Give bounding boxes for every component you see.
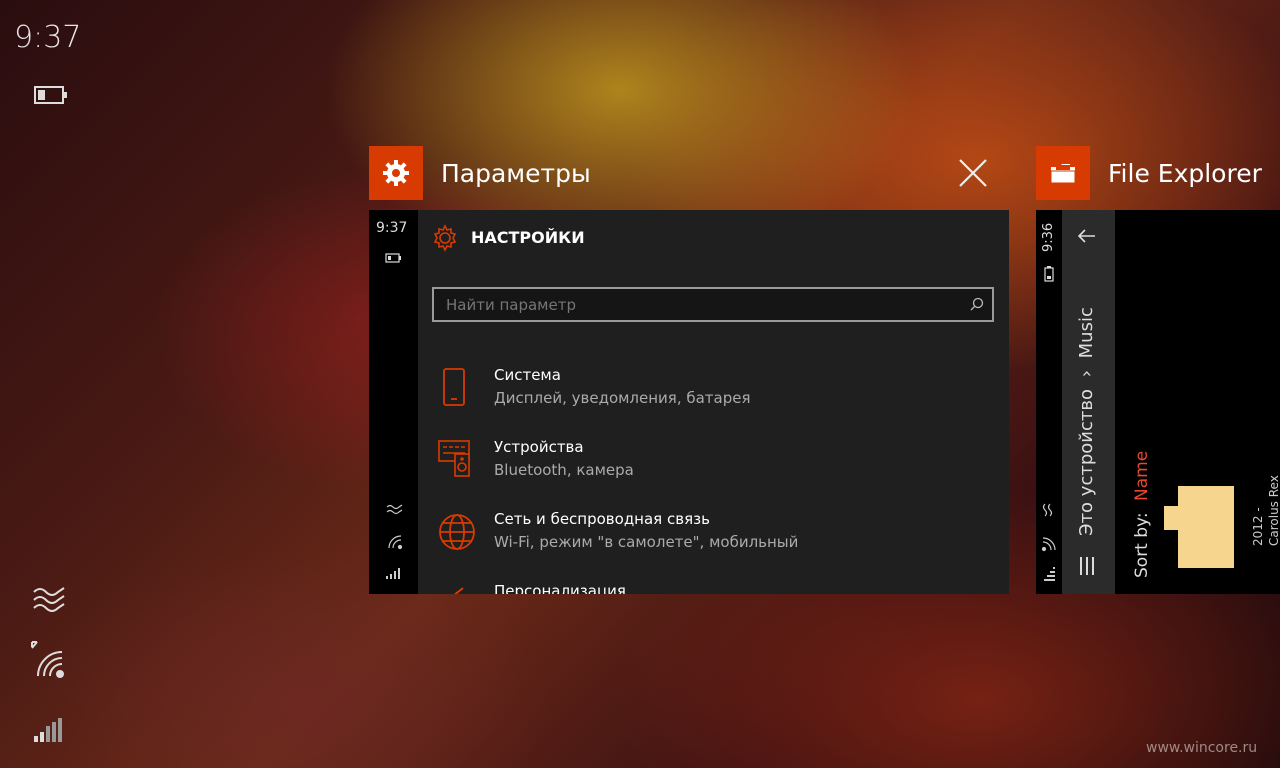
gear-icon <box>433 224 457 252</box>
app-title: Параметры <box>441 158 591 188</box>
setting-item-devices[interactable]: Устройства Bluetooth, камера <box>431 438 1001 488</box>
folder-tab <box>1164 506 1180 530</box>
sort-control[interactable]: Sort by: Name <box>1132 451 1152 578</box>
folder-label: 2012 - Carolus Rex <box>1250 475 1280 546</box>
phone-icon <box>443 368 465 406</box>
battery-icon <box>1044 266 1054 282</box>
signal-icon <box>1044 567 1055 581</box>
search-input[interactable] <box>434 289 948 320</box>
setting-title: Сеть и беспроводная связь <box>494 510 710 528</box>
settings-header: НАСТРОЙКИ <box>471 228 585 247</box>
breadcrumb-separator: › <box>1076 370 1097 378</box>
file-explorer-card-header[interactable]: File Explorer <box>1036 146 1262 200</box>
battery-icon <box>385 253 401 263</box>
close-button[interactable] <box>950 150 996 196</box>
wind-icon <box>1042 503 1053 517</box>
setting-subtitle: Bluetooth, камера <box>494 461 634 479</box>
setting-item-network[interactable]: Сеть и беспроводная связь Wi-Fi, режим "… <box>431 510 1001 560</box>
settings-card-header[interactable]: Параметры <box>369 146 591 200</box>
mini-time: 9:37 <box>376 220 408 236</box>
search-icon[interactable] <box>970 297 984 311</box>
wind-icon <box>30 582 68 620</box>
signal-icon <box>30 714 70 748</box>
battery-icon <box>34 84 68 110</box>
search-field[interactable] <box>432 287 994 322</box>
explorer-nav-pane: Это устройство › Music <box>1062 210 1115 594</box>
globe-icon <box>439 514 475 550</box>
close-icon <box>959 159 987 187</box>
setting-subtitle: Дисплей, уведомления, батарея <box>494 389 751 407</box>
settings-thumbnail[interactable]: 9:37 НАСТРОЙКИ Система <box>369 210 1009 594</box>
setting-title: Персонализация <box>494 582 626 594</box>
sort-value[interactable]: Name <box>1132 451 1152 501</box>
setting-subtitle: Wi-Fi, режим "в самолете", мобильный <box>494 533 799 551</box>
setting-title: Устройства <box>494 438 584 456</box>
sort-label: Sort by: <box>1132 512 1152 578</box>
wind-icon <box>386 504 403 515</box>
folder-label-line1: 2012 - <box>1251 507 1265 546</box>
signal-icon <box>386 568 400 579</box>
setting-title: Система <box>494 366 561 384</box>
status-time: 9:37 <box>14 20 82 55</box>
setting-item-personalization[interactable]: Персонализация <box>431 582 1001 594</box>
brush-icon <box>453 587 464 594</box>
setting-item-system[interactable]: Система Дисплей, уведомления, батарея <box>431 366 1001 416</box>
devices-icon <box>438 440 470 477</box>
breadcrumb-root[interactable]: Это устройство <box>1076 389 1097 536</box>
watermark: www.wincore.ru <box>1146 740 1258 756</box>
app-title: File Explorer <box>1108 158 1262 188</box>
file-explorer-thumbnail[interactable]: 9:36 Это устройство › Music Sort by: Nam… <box>1036 210 1280 594</box>
wifi-icon <box>30 638 70 686</box>
mini-time: 9:36 <box>1041 222 1056 252</box>
folder-label-line2: Carolus Rex <box>1267 475 1280 546</box>
hamburger-menu-icon[interactable] <box>1079 556 1095 576</box>
wifi-icon <box>1041 537 1056 552</box>
folder-icon <box>1036 146 1090 200</box>
back-arrow-icon[interactable] <box>1077 228 1097 244</box>
mini-status-bar: 9:37 <box>369 210 418 594</box>
folder-tile[interactable] <box>1178 486 1234 568</box>
gear-icon <box>369 146 423 200</box>
wifi-icon <box>388 535 403 550</box>
mini-status-bar: 9:36 <box>1036 210 1062 594</box>
breadcrumb-current: Music <box>1076 307 1097 359</box>
breadcrumb[interactable]: Это устройство › Music <box>1076 307 1097 536</box>
